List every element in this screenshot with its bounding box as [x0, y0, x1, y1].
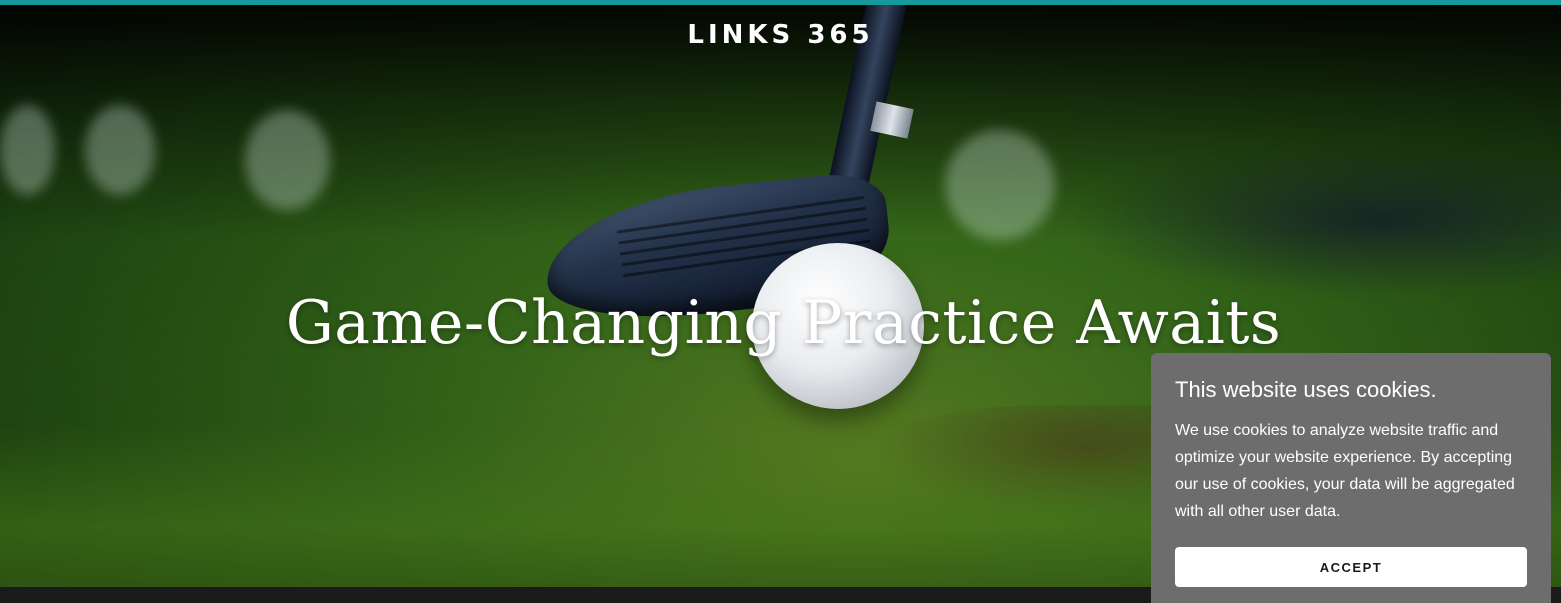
golfer-shoe-image	[1080, 145, 1561, 295]
accept-cookies-button[interactable]: ACCEPT	[1175, 547, 1527, 587]
top-accent-bar	[0, 0, 1561, 5]
bokeh-light	[85, 105, 155, 195]
cookie-banner-message: We use cookies to analyze website traffi…	[1175, 422, 1515, 520]
bokeh-light	[945, 130, 1055, 240]
cookie-banner: This website uses cookies. We use cookie…	[1151, 353, 1551, 603]
site-logo[interactable]: LINKS 365	[0, 20, 1561, 50]
bokeh-light	[245, 110, 330, 210]
hero-headline: Game-Changing Practice Awaits	[285, 288, 1282, 358]
bokeh-light	[0, 105, 55, 195]
cookie-banner-title: This website uses cookies.	[1175, 377, 1437, 402]
